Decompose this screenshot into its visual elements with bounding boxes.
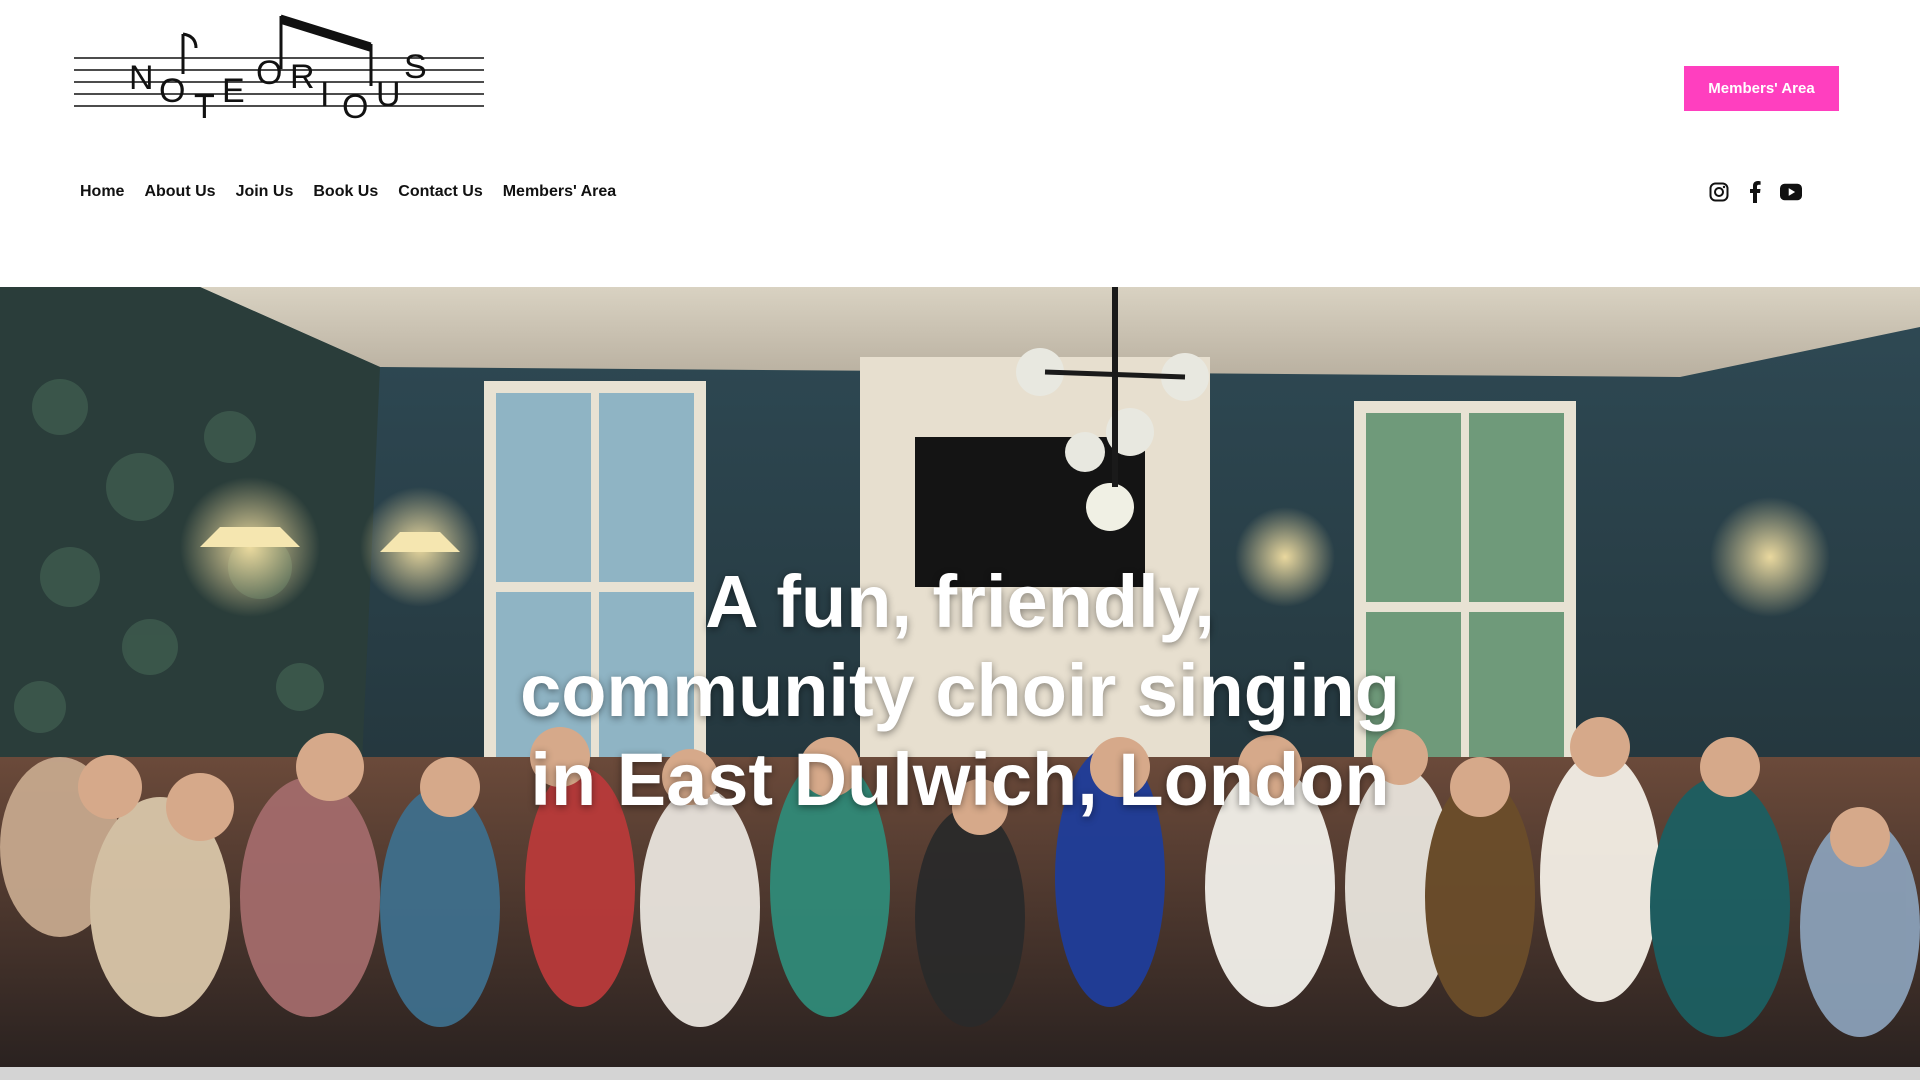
section-divider: [0, 1067, 1920, 1080]
logo-letter: R: [290, 58, 315, 96]
hero-title-line: community choir singing: [520, 649, 1400, 732]
logo-letter: O: [159, 72, 185, 110]
logo-letter: U: [376, 76, 401, 114]
nav-item-contact-us[interactable]: Contact Us: [398, 180, 482, 204]
logo-letter: T: [194, 88, 215, 122]
logo-letter: O: [256, 54, 282, 92]
youtube-icon[interactable]: [1780, 180, 1802, 204]
site-logo[interactable]: N O T E O R I O U S: [74, 14, 484, 122]
nav-item-home[interactable]: Home: [80, 180, 124, 204]
members-area-button[interactable]: Members' Area: [1684, 66, 1839, 111]
nav-item-join-us[interactable]: Join Us: [236, 180, 294, 204]
hero-banner: A fun, friendly, community choir singing…: [0, 287, 1920, 1067]
logo-letter: O: [342, 88, 368, 122]
hero-title-line: A fun, friendly,: [705, 560, 1215, 643]
social-links: [1708, 180, 1802, 204]
main-nav: Home About Us Join Us Book Us Contact Us…: [80, 180, 636, 204]
nav-item-about-us[interactable]: About Us: [144, 180, 215, 204]
nav-item-book-us[interactable]: Book Us: [313, 180, 378, 204]
logo-letter: I: [320, 76, 329, 114]
instagram-icon[interactable]: [1708, 180, 1730, 204]
hero-title-line: in East Dulwich, London: [530, 738, 1390, 821]
logo-letter: N: [129, 59, 154, 97]
nav-item-members-area[interactable]: Members' Area: [503, 180, 616, 204]
logo-letter: S: [404, 48, 427, 86]
site-header: N O T E O R I O U S Members' Area Home A…: [0, 0, 1920, 287]
facebook-icon[interactable]: [1744, 180, 1766, 204]
logo-letter: E: [222, 72, 245, 110]
hero-title: A fun, friendly, community choir singing…: [0, 557, 1920, 824]
